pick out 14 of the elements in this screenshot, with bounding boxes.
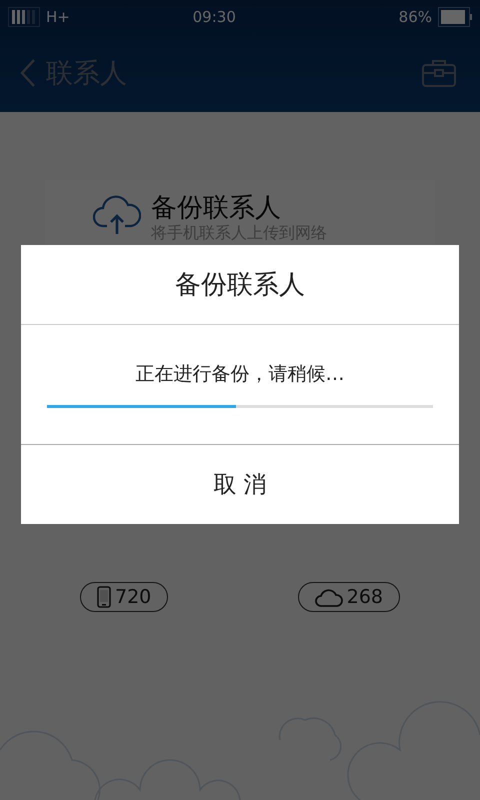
- battery-percent: 86%: [398, 8, 432, 26]
- progress-message: 正在进行备份，请稍候…: [136, 362, 344, 387]
- count-value: 720: [115, 586, 152, 608]
- network-type: H+: [46, 8, 70, 26]
- cloud-upload-icon: [93, 194, 141, 234]
- signal-icon: [8, 7, 40, 27]
- dialog-title: 备份联系人: [21, 245, 459, 325]
- card-title: 备份联系人: [151, 194, 282, 223]
- briefcase-icon[interactable]: [422, 59, 456, 87]
- phone-icon: [97, 586, 111, 608]
- clock-time: 09:30: [192, 8, 237, 26]
- cloud-icon: [314, 587, 343, 607]
- count-value: 268: [346, 586, 383, 608]
- battery-icon: [438, 7, 472, 27]
